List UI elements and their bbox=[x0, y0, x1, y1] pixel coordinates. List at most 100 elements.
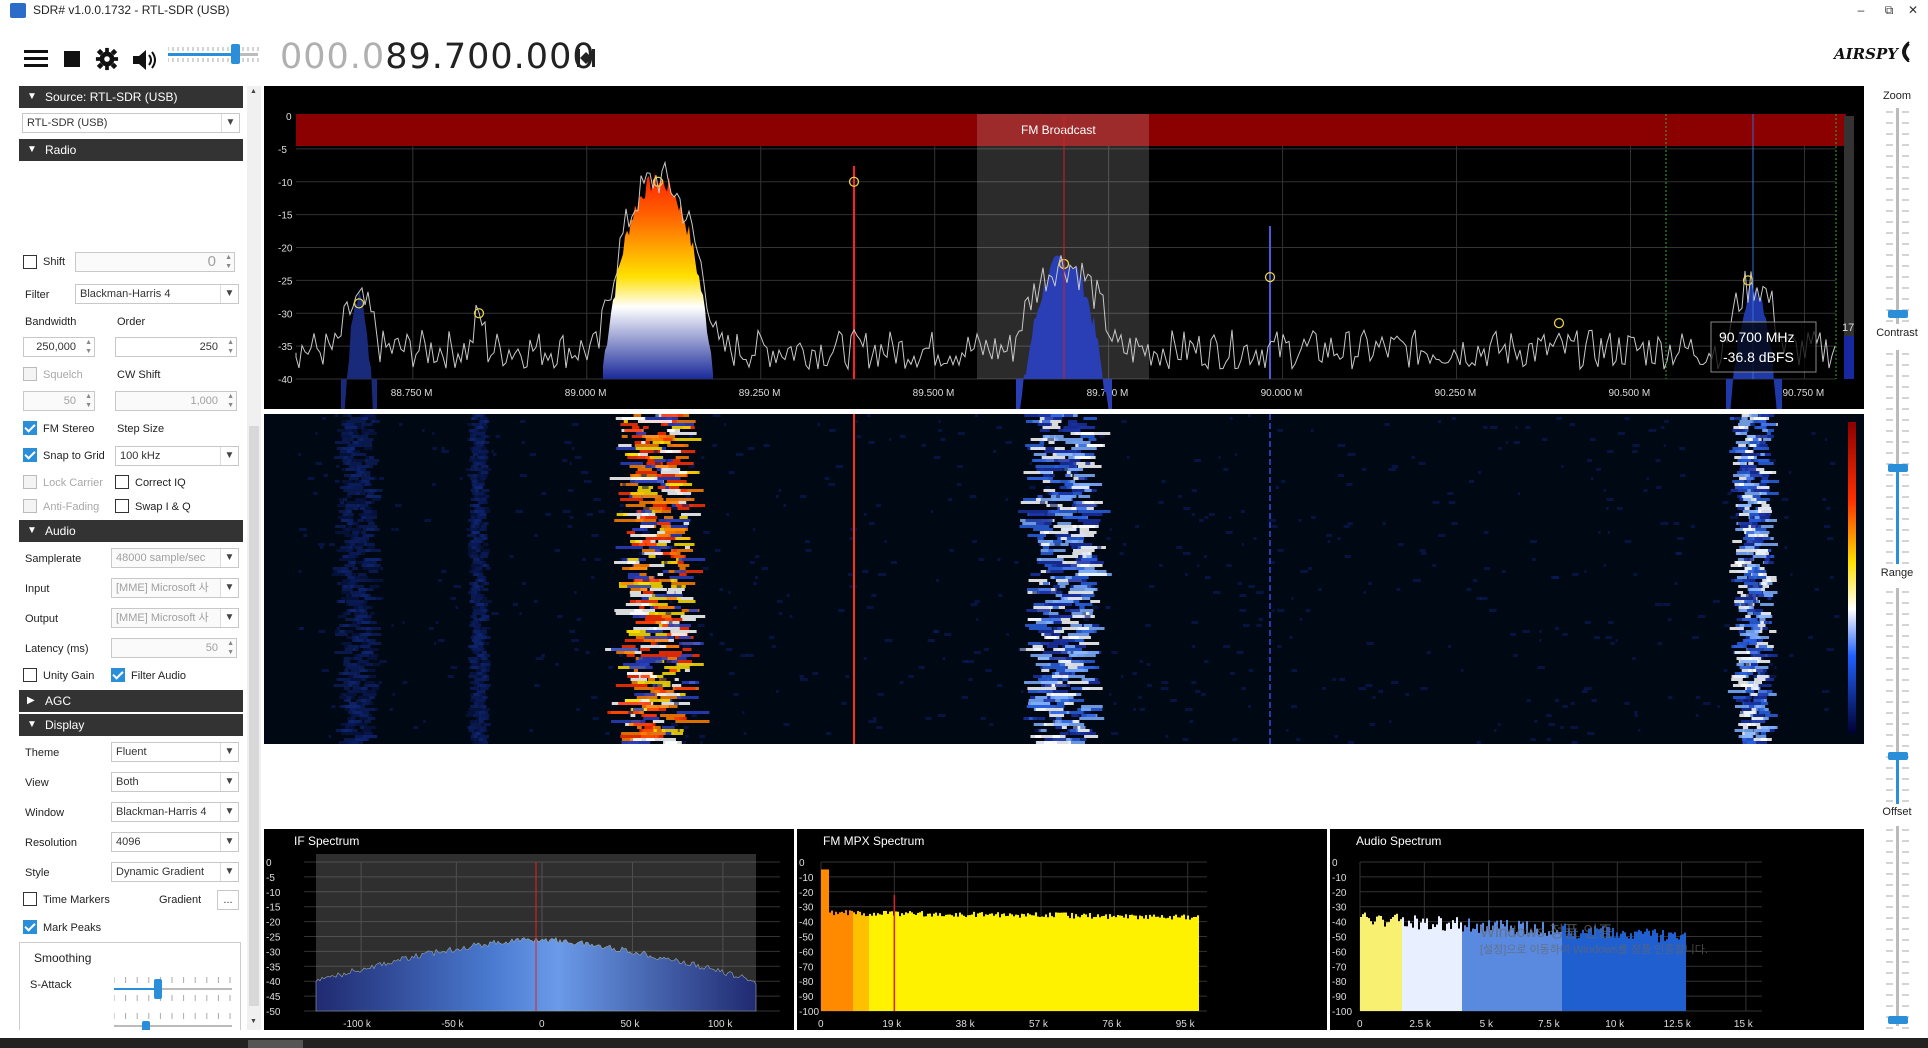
speaker-icon[interactable] bbox=[130, 47, 160, 71]
output-select[interactable]: [MME] Microsoft 사 ▼ bbox=[111, 608, 239, 628]
y-tick-label: -40 bbox=[1332, 918, 1347, 929]
peak-marker bbox=[1553, 317, 1565, 329]
lockcarrier-checkbox[interactable] bbox=[23, 475, 37, 489]
sattack-slider[interactable] bbox=[114, 963, 234, 1030]
bandwidth-input[interactable]: 250,000 ▲ ▼ bbox=[23, 337, 95, 357]
waterfall-display[interactable] bbox=[264, 414, 1864, 744]
cwshift-input[interactable]: 1,000 ▲ ▼ bbox=[115, 391, 237, 411]
gear-icon[interactable] bbox=[94, 47, 120, 71]
zoom-slider[interactable] bbox=[1882, 106, 1914, 326]
section-agc-header[interactable]: ▶ AGC bbox=[19, 690, 243, 712]
source-select[interactable]: RTL-SDR (USB) ▼ bbox=[22, 113, 240, 133]
expand-icon: ▶ bbox=[27, 695, 35, 706]
style-label: Style bbox=[25, 867, 50, 879]
timemarkers-checkbox[interactable] bbox=[23, 892, 37, 906]
antifading-checkbox[interactable] bbox=[23, 499, 37, 513]
volume-slider[interactable] bbox=[168, 38, 262, 70]
section-source-header[interactable]: ▼ Source: RTL-SDR (USB) bbox=[19, 86, 243, 108]
resolution-select[interactable]: 4096 ▼ bbox=[111, 832, 239, 852]
snap-checkbox[interactable] bbox=[23, 448, 37, 462]
audio-spectrum-panel[interactable]: Audio Spectrum 0 -10 -20 -30 -40 -50 -60 -70 -80 -… bbox=[1330, 829, 1864, 1030]
contrast-slider[interactable] bbox=[1882, 348, 1914, 566]
y-tick-label: -45 bbox=[266, 992, 281, 1003]
spectrum-analyzer[interactable]: 88.750 M 89.000 M 89.250 M 89.500 M 89.750 M… bbox=[264, 86, 1864, 409]
scroll-down-icon[interactable]: ▼ bbox=[250, 1018, 257, 1025]
samplerate-value: 48000 sample/sec bbox=[116, 552, 206, 564]
center-tune-icon[interactable] bbox=[575, 47, 597, 69]
offset-slider[interactable] bbox=[1882, 824, 1914, 1030]
collapse-icon: ▼ bbox=[27, 144, 37, 155]
chevron-down-icon: ▼ bbox=[220, 863, 238, 881]
spin-arrows-icon[interactable]: ▲ ▼ bbox=[227, 639, 234, 657]
section-display-header[interactable]: ▼ Display bbox=[19, 714, 243, 736]
x-tick-label: 10 k bbox=[1605, 1019, 1625, 1030]
smoothing-label: Smoothing bbox=[34, 951, 92, 965]
y-tick-label: -90 bbox=[799, 992, 814, 1003]
panel-scrollbar[interactable]: ▲ ▼ bbox=[247, 86, 261, 1030]
chevron-down-icon: ▼ bbox=[220, 803, 238, 821]
order-input[interactable]: 250 ▲ ▼ bbox=[115, 337, 237, 357]
lockcarrier-label: Lock Carrier bbox=[43, 477, 103, 489]
correctiq-checkbox[interactable] bbox=[115, 475, 129, 489]
close-button[interactable]: ✕ bbox=[1898, 0, 1928, 20]
style-select[interactable]: Dynamic Gradient ▼ bbox=[111, 862, 239, 882]
scrollbar-thumb[interactable] bbox=[249, 426, 259, 1006]
stepsize-select[interactable]: 100 kHz ▼ bbox=[115, 446, 239, 466]
station-peak bbox=[603, 173, 713, 379]
shift-input[interactable]: 0 ▲ ▼ bbox=[75, 252, 235, 272]
samplerate-select[interactable]: 48000 sample/sec ▼ bbox=[111, 548, 239, 568]
x-tick-label: 38 k bbox=[956, 1019, 976, 1030]
chevron-down-icon: ▼ bbox=[220, 833, 238, 851]
frequency-display[interactable]: 000.089.700.000 bbox=[280, 37, 596, 77]
y-tick-label: -20 bbox=[1332, 888, 1347, 899]
y-tick-label: -10 bbox=[799, 873, 814, 884]
y-tick-label: -100 bbox=[1332, 1007, 1352, 1018]
menu-icon[interactable] bbox=[22, 47, 50, 71]
squelch-input[interactable]: 50 ▲ ▼ bbox=[23, 391, 95, 411]
theme-select[interactable]: Fluent ▼ bbox=[111, 742, 239, 762]
snap-label: Snap to Grid bbox=[43, 450, 105, 462]
view-label: View bbox=[25, 777, 49, 789]
input-label: Input bbox=[25, 583, 50, 595]
frequency-main: 89.700.000 bbox=[385, 37, 596, 77]
unitygain-checkbox[interactable] bbox=[23, 668, 37, 682]
x-tick-label: 2.5 k bbox=[1409, 1019, 1432, 1030]
gradient-button[interactable]: ... bbox=[217, 890, 239, 910]
input-select[interactable]: [MME] Microsoft 사 ▼ bbox=[111, 578, 239, 598]
minimize-button[interactable]: – bbox=[1846, 0, 1876, 20]
filter-select[interactable]: Blackman-Harris 4 ▼ bbox=[75, 284, 239, 304]
collapse-icon: ▼ bbox=[27, 91, 37, 102]
step-value: 100 kHz bbox=[120, 450, 161, 462]
level-value: 17 bbox=[1842, 322, 1854, 334]
mpx-spectrum-panel[interactable]: FM MPX Spectrum 0 -10 -20 -30 -40 -50 -60 -70 -80… bbox=[797, 829, 1327, 1030]
y-tick-label: -25 bbox=[266, 933, 281, 944]
latency-input[interactable]: 50 ▲ ▼ bbox=[111, 638, 237, 658]
stop-icon[interactable] bbox=[60, 47, 84, 71]
scroll-up-icon[interactable]: ▲ bbox=[250, 88, 257, 95]
section-audio-header[interactable]: ▼ Audio bbox=[19, 520, 243, 542]
window-title: SDR# v1.0.0.1732 - RTL-SDR (USB) bbox=[33, 3, 230, 17]
chevron-down-icon: ▼ bbox=[220, 609, 238, 627]
spin-arrows-icon[interactable]: ▲ ▼ bbox=[227, 338, 234, 356]
squelch-checkbox[interactable] bbox=[23, 367, 37, 381]
markpeaks-checkbox[interactable] bbox=[23, 920, 37, 934]
fmstereo-checkbox[interactable] bbox=[23, 421, 37, 435]
spin-arrows-icon[interactable]: ▲ ▼ bbox=[85, 392, 92, 410]
y-tick-label: -40 bbox=[278, 375, 293, 386]
section-radio-header[interactable]: ▼ Radio bbox=[19, 139, 243, 161]
spin-arrows-icon[interactable]: ▲ ▼ bbox=[85, 338, 92, 356]
spin-arrows-icon[interactable]: ▲ ▼ bbox=[225, 253, 232, 271]
filter-value: Blackman-Harris 4 bbox=[80, 288, 171, 300]
status-bar bbox=[0, 1038, 1928, 1048]
shift-checkbox[interactable] bbox=[23, 255, 37, 269]
theme-value: Fluent bbox=[116, 746, 147, 758]
if-spectrum-panel[interactable]: IF Spectrum 0 -5 -10 -15 -20 -25 -30 -35 -40 -45 -5… bbox=[264, 829, 794, 1030]
spin-arrows-icon[interactable]: ▲ ▼ bbox=[227, 392, 234, 410]
unitygain-label: Unity Gain bbox=[43, 670, 95, 682]
window-select[interactable]: Blackman-Harris 4 ▼ bbox=[111, 802, 239, 822]
source-value: RTL-SDR (USB) bbox=[27, 117, 108, 129]
range-slider[interactable] bbox=[1882, 586, 1914, 806]
swapiq-checkbox[interactable] bbox=[115, 499, 129, 513]
filteraudio-checkbox[interactable] bbox=[111, 668, 125, 682]
view-select[interactable]: Both ▼ bbox=[111, 772, 239, 792]
